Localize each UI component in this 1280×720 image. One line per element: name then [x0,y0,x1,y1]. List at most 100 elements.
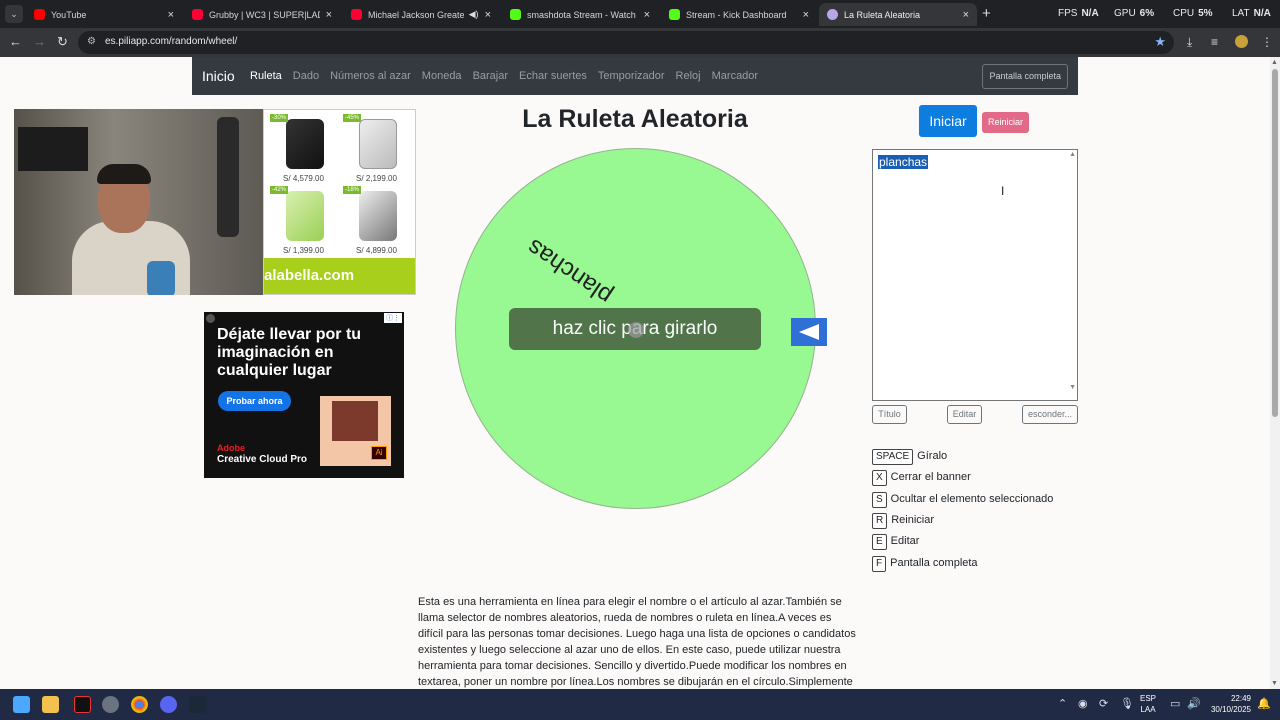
phone-image [359,119,397,169]
close-tab-icon[interactable]: × [326,9,332,21]
page-scrollbar[interactable]: ▲ ▼ [1270,57,1280,689]
volume-icon[interactable]: 🔊 [1187,697,1201,710]
address-toolbar: ← → ↻ ⚙ es.piliapp.com/random/wheel/ ★ ⤓… [0,28,1280,57]
language-indicator[interactable]: ESP LAA [1140,693,1156,715]
ad-product[interactable]: -45% S/ 2,199.00 [340,113,413,185]
speaker-icon[interactable]: ◀) [469,9,479,20]
tab-title: Grubby | WC3 | SUPER|LADDER [209,9,320,20]
scroll-down-icon[interactable]: ▼ [1271,680,1278,687]
ad-product[interactable]: -18% S/ 4,899.00 [340,185,413,257]
ad-close-icon[interactable] [206,314,215,323]
falabella-ad[interactable]: -30% S/ 4,579.00 -45% S/ 2,199.00 -42% S… [263,109,416,295]
back-arrow-icon[interactable]: ← [9,34,22,49]
reset-button[interactable]: Reiniciar [982,112,1029,133]
reload-icon[interactable]: ↻ [57,34,68,50]
shortcut-item: S Ocultar el elemento seleccionado [872,492,1053,508]
adobe-ad[interactable]: ⓘ⋮ Déjate llevar por tu imaginación en c… [204,312,404,478]
edit-button[interactable]: Editar [947,405,982,424]
nav-link-echar-suertes[interactable]: Echar suertes [519,70,587,82]
browser-tab-bar: ⌄ YouTube × Grubby | WC3 | SUPER|LADDER … [0,0,1280,28]
piliapp-icon [827,9,838,20]
ad-product-name: Creative Cloud Pro [217,454,308,465]
scrollbar-thumb[interactable] [1272,69,1278,417]
shortcut-key: S [872,492,887,508]
microphone-icon[interactable]: 🎙 [1120,697,1134,710]
nav-link-ruleta[interactable]: Ruleta [250,70,282,82]
tab-michael-jackson[interactable]: Michael Jackson Greatest Hits ◀) × [343,3,499,26]
download-icon[interactable]: ⤓ [1187,35,1192,50]
product-price: S/ 4,579.00 [283,174,324,183]
adobe-logo-text: Adobe [217,443,245,453]
forward-arrow-icon[interactable]: → [33,34,46,49]
nav-link-temporizador[interactable]: Temporizador [598,70,665,82]
notification-bell-icon[interactable]: 🔔 [1257,697,1271,710]
close-tab-icon[interactable]: × [485,9,491,21]
address-bar[interactable]: ⚙ es.piliapp.com/random/wheel/ ★ [78,31,1174,54]
windows-start-icon[interactable] [13,696,30,713]
nav-link-barajar[interactable]: Barajar [473,70,508,82]
tab-kick-dashboard[interactable]: Stream - Kick Dashboard × [661,3,817,26]
tab-title: La Ruleta Aleatoria [844,9,921,20]
shortcut-item: F Pantalla completa [872,556,978,572]
nav-link-numeros[interactable]: Números al azar [330,70,411,82]
network-icon[interactable]: ▭ [1170,697,1180,710]
hide-button[interactable]: esconder... [1022,405,1078,424]
tab-youtube[interactable]: YouTube × [26,3,182,26]
tray-overflow-chevron-icon[interactable]: ⌃ [1058,697,1067,710]
tab-search-chevron-icon[interactable]: ⌄ [5,5,23,23]
tab-grubby[interactable]: Grubby | WC3 | SUPER|LADDER × [184,3,340,26]
description-text: Esta es una herramienta en línea para el… [418,596,856,688]
shortcut-item: R Reiniciar [872,513,934,529]
text-cursor-icon: I [1001,184,1005,198]
kick-icon [510,9,521,20]
fullscreen-button[interactable]: Pantalla completa [982,64,1068,89]
product-price: S/ 1,399.00 [283,246,324,255]
youtube-icon [34,9,45,20]
ad-product[interactable]: -30% S/ 4,579.00 [267,113,340,185]
profile-avatar-icon[interactable] [1235,35,1248,48]
adchoices-icon[interactable]: ⓘ⋮ [384,313,402,323]
steam-icon[interactable] [189,696,206,713]
webcam-tv [18,127,88,171]
title-button[interactable]: Título [872,405,907,424]
close-tab-icon[interactable]: × [644,9,650,21]
bookmark-star-icon[interactable]: ★ [1154,34,1166,50]
tab-ruleta[interactable]: La Ruleta Aleatoria × [819,3,977,26]
nav-home-link[interactable]: Inicio [202,68,235,84]
webcam-microphone [147,261,175,295]
page-viewport: Inicio Ruleta Dado Números al azar Moned… [0,57,1270,689]
tray-sync-icon[interactable]: ⟳ [1099,697,1108,710]
phone-image [286,191,324,241]
media-control-icon[interactable]: ≡ [1211,35,1218,49]
scroll-up-icon[interactable]: ▲ [1271,59,1278,66]
close-tab-icon[interactable]: × [963,9,969,21]
nav-link-reloj[interactable]: Reloj [676,70,701,82]
tab-smashdota[interactable]: smashdota Stream - Watch Live × [502,3,658,26]
tab-title: Michael Jackson Greatest Hits [368,9,464,20]
system-clock[interactable]: 22:49 30/10/2025 [1205,693,1251,715]
tab-title: smashdota Stream - Watch Live [527,9,638,20]
file-explorer-icon[interactable] [42,696,59,713]
start-button[interactable]: Iniciar [919,105,977,137]
phone-image [286,119,324,169]
nav-link-moneda[interactable]: Moneda [422,70,462,82]
new-tab-plus-icon[interactable]: + [982,5,991,22]
discord-icon[interactable] [160,696,177,713]
names-textarea[interactable]: planchas ▲ ▼ [872,149,1078,401]
app-x-icon[interactable] [74,696,91,713]
cpu-readout: CPU 5% [1173,8,1213,19]
more-menu-icon[interactable]: ⋮ [1261,35,1273,49]
chrome-icon[interactable] [131,696,148,713]
ad-product[interactable]: -42% S/ 1,399.00 [267,185,340,257]
nav-link-dado[interactable]: Dado [293,70,319,82]
close-tab-icon[interactable]: × [803,9,809,21]
site-info-icon[interactable]: ⚙ [87,36,96,47]
settings-gear-icon[interactable] [102,696,119,713]
close-tab-icon[interactable]: × [168,9,174,21]
kick-icon [669,9,680,20]
ad-cta-button[interactable]: Probar ahora [218,391,291,411]
scroll-up-arrow-icon[interactable]: ▲ [1069,151,1076,158]
tray-app-icon[interactable]: ◉ [1078,697,1088,710]
nav-link-marcador[interactable]: Marcador [712,70,758,82]
scroll-down-arrow-icon[interactable]: ▼ [1069,384,1076,391]
